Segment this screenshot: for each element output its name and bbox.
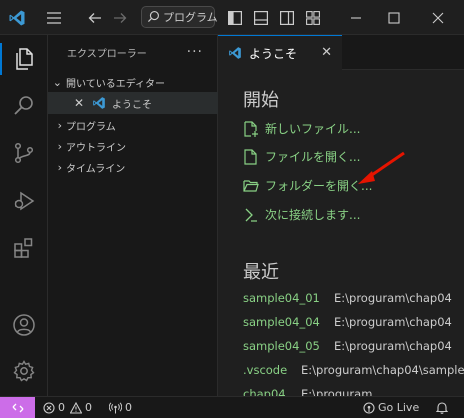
go-live-icon bbox=[363, 401, 375, 414]
open-file-icon bbox=[243, 148, 259, 165]
warning-icon bbox=[70, 401, 82, 414]
search-label: プログラム bbox=[163, 11, 218, 24]
editor-tabs: ようこそ ✕ bbox=[218, 35, 464, 70]
close-window-icon[interactable] bbox=[428, 8, 448, 28]
toggle-secondary-sidebar-icon[interactable] bbox=[278, 9, 296, 27]
menu-icon[interactable] bbox=[44, 8, 64, 28]
open-editors-label: 開いているエディター bbox=[66, 78, 165, 90]
new-file-link[interactable]: 新しいファイル... bbox=[243, 120, 360, 137]
run-debug-icon[interactable] bbox=[0, 181, 48, 221]
recent-item[interactable]: sample04_05 E:\proguram\chap04 bbox=[243, 339, 452, 353]
tab-label: ようこそ bbox=[249, 46, 298, 61]
vscode-logo-icon bbox=[7, 8, 27, 28]
status-bar: 0 0 0 Go Live bbox=[0, 396, 464, 418]
open-editor-item[interactable]: ✕ ようこそ bbox=[48, 92, 218, 114]
back-arrow-icon[interactable] bbox=[85, 8, 105, 28]
broadcast-icon bbox=[109, 401, 122, 414]
customize-layout-icon[interactable] bbox=[304, 9, 322, 27]
more-actions-icon[interactable]: ··· bbox=[187, 44, 203, 60]
recent-item-name: chap04 bbox=[243, 387, 286, 396]
go-live-button[interactable]: Go Live bbox=[363, 397, 419, 418]
annotation-arrow-icon bbox=[358, 151, 405, 184]
error-count: 0 bbox=[58, 401, 65, 414]
manage-gear-icon[interactable] bbox=[0, 351, 48, 391]
welcome-page: 開始 新しいファイル... ファイルを開く... フォルダーを開く... 次に接… bbox=[218, 70, 464, 396]
new-file-label: 新しいファイル... bbox=[265, 122, 361, 136]
folder-section[interactable]: › プログラム bbox=[48, 114, 218, 136]
start-heading: 開始 bbox=[243, 90, 279, 111]
open-file-label: ファイルを開く... bbox=[265, 150, 361, 164]
explorer-icon[interactable] bbox=[0, 39, 48, 79]
folder-icon bbox=[243, 178, 259, 194]
recent-item-path: E:\proguram bbox=[301, 387, 373, 396]
recent-heading: 最近 bbox=[243, 262, 279, 283]
maximize-icon[interactable] bbox=[384, 8, 404, 28]
remote-indicator-button[interactable] bbox=[0, 397, 35, 418]
recent-item[interactable]: sample04_04 E:\proguram\chap04 bbox=[243, 315, 452, 329]
recent-item-name: sample04_01 bbox=[243, 291, 320, 305]
recent-item-name: .vscode bbox=[243, 363, 288, 377]
minimize-icon[interactable] bbox=[346, 8, 366, 28]
connect-label: 次に接続します... bbox=[265, 208, 361, 222]
error-icon bbox=[43, 401, 55, 414]
forward-arrow-icon[interactable] bbox=[110, 8, 130, 28]
recent-item-name: sample04_04 bbox=[243, 315, 320, 329]
search-view-icon[interactable] bbox=[0, 86, 48, 126]
chevron-right-icon: › bbox=[57, 118, 62, 132]
recent-item-name: sample04_05 bbox=[243, 339, 320, 353]
close-tab-icon[interactable]: ✕ bbox=[321, 45, 332, 60]
toggle-panel-icon[interactable] bbox=[252, 9, 270, 27]
extensions-icon[interactable] bbox=[0, 228, 48, 268]
open-editor-label: ようこそ bbox=[112, 99, 152, 111]
toggle-primary-sidebar-icon[interactable] bbox=[226, 9, 244, 27]
chevron-right-icon: › bbox=[57, 139, 62, 153]
folder-section-label: プログラム bbox=[66, 121, 116, 133]
open-editors-section[interactable]: ⌄ 開いているエディター bbox=[48, 71, 218, 93]
warning-count: 0 bbox=[85, 401, 92, 414]
ports-count: 0 bbox=[125, 401, 132, 414]
outline-section[interactable]: › アウトライン bbox=[48, 135, 218, 157]
ports-indicator[interactable]: 0 bbox=[109, 397, 132, 418]
activity-bar bbox=[0, 35, 48, 396]
accounts-icon[interactable] bbox=[0, 305, 48, 345]
command-center-search[interactable]: プログラム bbox=[141, 6, 218, 28]
notifications-bell-icon[interactable] bbox=[436, 397, 448, 418]
open-file-link[interactable]: ファイルを開く... bbox=[243, 148, 360, 165]
title-bar: プログラム bbox=[0, 0, 464, 35]
search-icon bbox=[147, 8, 160, 27]
recent-item-path: E:\proguram\chap04 bbox=[334, 315, 452, 329]
problems-indicator[interactable]: 0 0 bbox=[43, 397, 92, 418]
timeline-section[interactable]: › タイムライン bbox=[48, 156, 218, 178]
vscode-file-icon bbox=[92, 96, 106, 110]
recent-item[interactable]: chap04 E:\proguram bbox=[243, 387, 372, 396]
remote-connect-icon bbox=[243, 207, 259, 223]
recent-item-path: E:\proguram\chap04 bbox=[334, 291, 452, 305]
remote-icon bbox=[12, 402, 24, 414]
vscode-tab-icon bbox=[228, 46, 242, 60]
close-editor-icon[interactable]: ✕ bbox=[74, 96, 88, 110]
recent-item-path: E:\proguram\chap04\sample bbox=[301, 363, 464, 377]
go-live-label: Go Live bbox=[378, 401, 420, 414]
tab-welcome[interactable]: ようこそ ✕ bbox=[218, 35, 342, 70]
explorer-sidebar: エクスプローラー ··· ⌄ 開いているエディター ✕ ようこそ › プログラム… bbox=[48, 35, 218, 396]
chevron-right-icon: › bbox=[57, 160, 62, 174]
outline-section-label: アウトライン bbox=[66, 142, 126, 154]
source-control-icon[interactable] bbox=[0, 133, 48, 173]
recent-item[interactable]: sample04_01 E:\proguram\chap04 bbox=[243, 291, 452, 305]
new-file-icon bbox=[243, 120, 259, 137]
chevron-down-icon: ⌄ bbox=[52, 75, 62, 89]
recent-item[interactable]: .vscode E:\proguram\chap04\sample bbox=[243, 363, 464, 377]
timeline-section-label: タイムライン bbox=[66, 163, 126, 175]
connect-link[interactable]: 次に接続します... bbox=[243, 206, 360, 223]
recent-item-path: E:\proguram\chap04 bbox=[334, 339, 452, 353]
